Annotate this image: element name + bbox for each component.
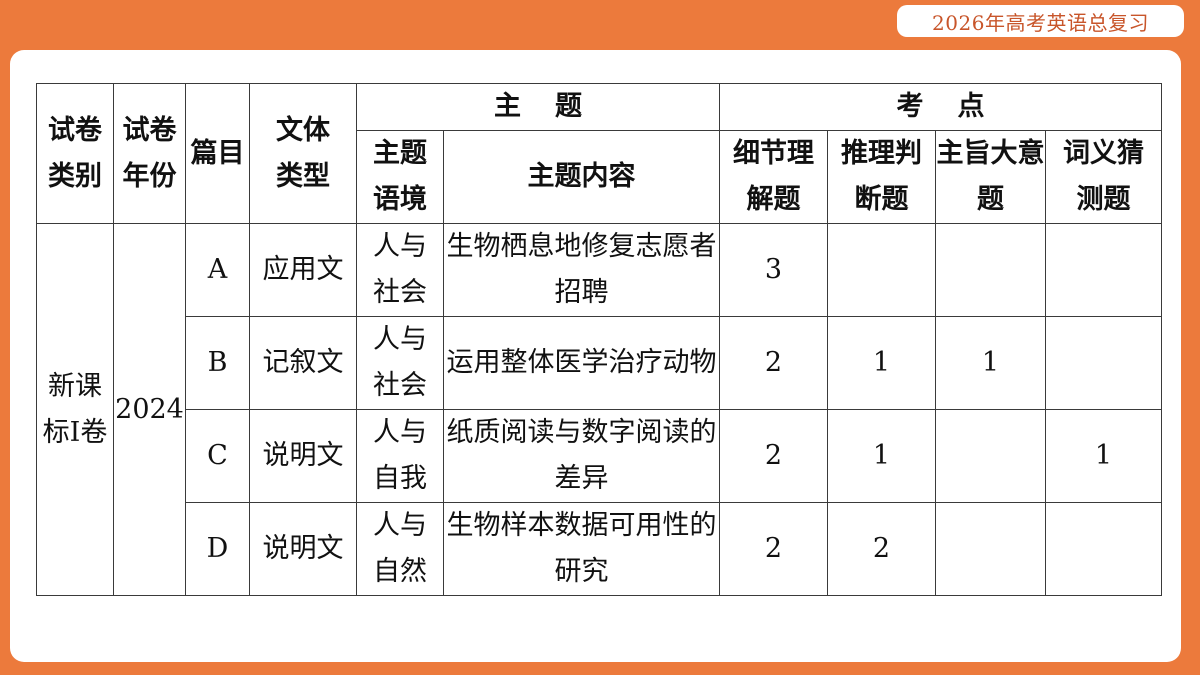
paper-category-cell: 新课标Ⅰ卷: [36, 223, 114, 596]
theme-context-cell: 人与自然: [356, 502, 444, 596]
table-row: C 说明文 人与自我 纸质阅读与数字阅读的差异 2 1 1: [37, 409, 1162, 503]
header-paper-category: 试卷类别: [36, 83, 114, 224]
main-idea-count-cell: [935, 409, 1046, 503]
header-passage: 篇目: [185, 83, 250, 224]
header-theme-context: 主题语境: [356, 130, 444, 224]
paper-year-cell: 2024: [113, 223, 186, 596]
detail-count-cell: 2: [719, 502, 828, 596]
main-idea-count-cell: 1: [935, 316, 1046, 410]
table-row: B 记叙文 人与社会 运用整体医学治疗动物 2 1 1: [37, 316, 1162, 410]
theme-content-cell: 纸质阅读与数字阅读的差异: [443, 409, 720, 503]
word-meaning-count-cell: 1: [1045, 409, 1162, 503]
text-type-cell: 说明文: [249, 502, 357, 596]
theme-context-cell: 人与社会: [356, 223, 444, 317]
header-test-points: 考点: [719, 83, 1162, 131]
header-detail: 细节理解题: [719, 130, 828, 224]
main-idea-count-cell: [935, 223, 1046, 317]
header-paper-year: 试卷年份: [113, 83, 186, 224]
main-idea-count-cell: [935, 502, 1046, 596]
header-main-idea: 主旨大意题: [935, 130, 1046, 224]
word-meaning-count-cell: [1045, 502, 1162, 596]
header-row-1: 试卷类别 试卷年份 篇目 文体类型 主题 考点: [36, 83, 1162, 224]
inference-count-cell: 1: [827, 316, 936, 410]
word-meaning-count-cell: [1045, 223, 1162, 317]
theme-context-cell: 人与社会: [356, 316, 444, 410]
text-type-cell: 记叙文: [249, 316, 357, 410]
text-type-cell: 应用文: [249, 223, 357, 317]
header-inference: 推理判断题: [827, 130, 936, 224]
theme-content-cell: 生物样本数据可用性的研究: [443, 502, 720, 596]
header-theme: 主题: [356, 83, 720, 131]
reading-analysis-table: 试卷类别 试卷年份 篇目 文体类型 主题 考点 主题语境 主题内容 细节理解题 …: [36, 83, 1162, 596]
passage-cell: C: [185, 409, 250, 503]
theme-content-cell: 生物栖息地修复志愿者招聘: [443, 223, 720, 317]
slide: 2026年高考英语总复习 试卷类别 试卷年份 篇目 文体类型 主题 考点 主题语…: [0, 0, 1200, 675]
passage-cell: B: [185, 316, 250, 410]
header-word-meaning: 词义猜测题: [1045, 130, 1162, 224]
word-meaning-count-cell: [1045, 316, 1162, 410]
header-text-type: 文体类型: [249, 83, 357, 224]
table-row: D 说明文 人与自然 生物样本数据可用性的研究 2 2: [37, 502, 1162, 596]
table-row: 新课标Ⅰ卷 2024 A 应用文 人与社会 生物栖息地修复志愿者招聘 3: [36, 223, 1162, 596]
detail-count-cell: 3: [719, 223, 828, 317]
theme-context-cell: 人与自我: [356, 409, 444, 503]
header-theme-content: 主题内容: [443, 130, 720, 224]
detail-count-cell: 2: [719, 316, 828, 410]
passage-cell: A: [185, 223, 250, 317]
theme-content-cell: 运用整体医学治疗动物: [443, 316, 720, 410]
passage-cell: D: [185, 502, 250, 596]
course-badge: 2026年高考英语总复习: [897, 5, 1184, 37]
detail-count-cell: 2: [719, 409, 828, 503]
inference-count-cell: 1: [827, 409, 936, 503]
inference-count-cell: 2: [827, 502, 936, 596]
inference-count-cell: [827, 223, 936, 317]
text-type-cell: 说明文: [249, 409, 357, 503]
